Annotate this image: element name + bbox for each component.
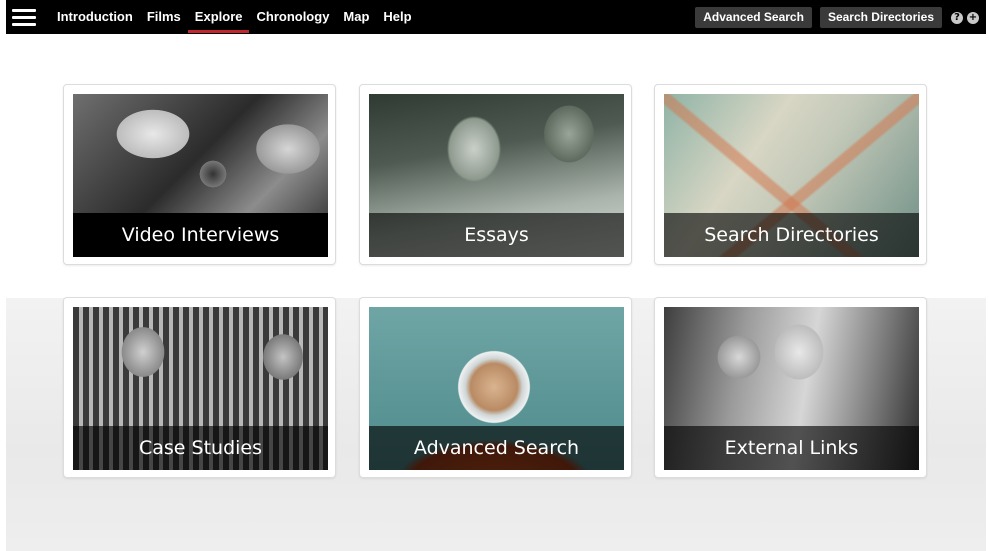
tile-essays[interactable]: Essays [359,84,632,265]
case-studies-photo: Case Studies [73,307,328,470]
tile-video-interviews[interactable]: Video Interviews [63,84,336,265]
essays-photo: Essays [369,94,624,257]
plus-icon[interactable]: + [967,11,979,24]
tile-caption: Search Directories [664,213,919,257]
help-icon[interactable]: ? [951,11,963,24]
tile-caption: Video Interviews [73,213,328,257]
tile-caption: Case Studies [73,426,328,470]
hamburger-menu-icon[interactable] [12,9,36,26]
nav-films[interactable]: Films [140,0,188,34]
top-navbar: Introduction Films Explore Chronology Ma… [6,0,986,34]
tile-advanced-search[interactable]: Advanced Search [359,297,632,478]
external-links-photo: External Links [664,307,919,470]
tile-external-links[interactable]: External Links [654,297,927,478]
tile-caption: External Links [664,426,919,470]
tile-search-directories[interactable]: Search Directories [654,84,927,265]
tile-caption: Advanced Search [369,426,624,470]
search-directories-button[interactable]: Search Directories [819,7,942,28]
tile-caption: Essays [369,213,624,257]
video-interviews-photo: Video Interviews [73,94,328,257]
tile-case-studies[interactable]: Case Studies [63,297,336,478]
advanced-search-button[interactable]: Advanced Search [695,7,812,28]
nav-explore[interactable]: Explore [187,0,250,34]
advanced-search-photo: Advanced Search [369,307,624,470]
main-nav: Introduction Films Explore Chronology Ma… [50,0,419,34]
nav-chronology[interactable]: Chronology [249,0,336,34]
nav-actions: Advanced Search Search Directories ? + [687,7,979,28]
nav-help[interactable]: Help [376,0,418,34]
nav-map[interactable]: Map [336,0,376,34]
search-directories-photo: Search Directories [664,94,919,257]
nav-introduction[interactable]: Introduction [50,0,140,34]
